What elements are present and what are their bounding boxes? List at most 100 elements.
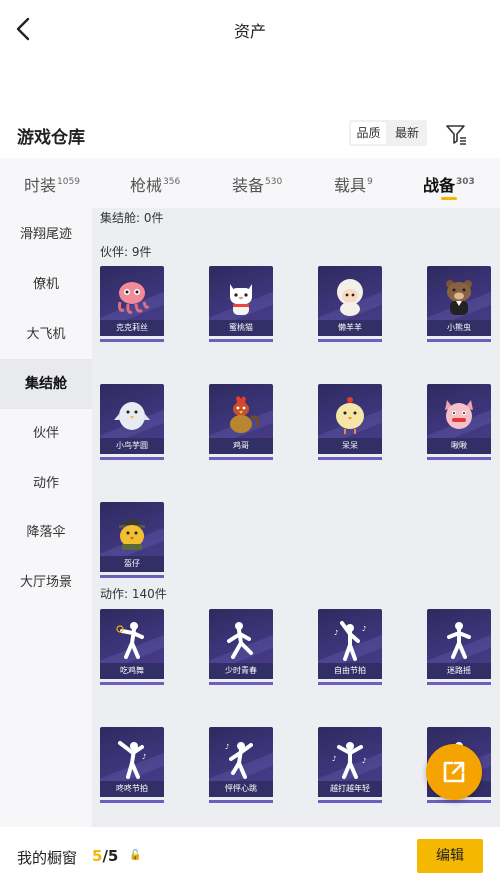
sheep-figure-icon	[337, 279, 363, 316]
card-rarity-bar	[209, 339, 273, 342]
section-title: 游戏仓库	[17, 128, 85, 148]
card-label: 盔仔	[100, 556, 164, 572]
sidebar-item-glide-trail[interactable]: 滑翔尾迹	[0, 210, 92, 260]
item-grid: 集结舱: 0件 伙伴: 9件 克克莉丝 蜜桃猫 懒羊羊 小熊虫 小鸟芋圆 鸡哥 …	[92, 208, 500, 828]
card-rarity-bar	[427, 682, 491, 685]
card-rarity-bar	[427, 339, 491, 342]
group-label-actions: 动作: 140件	[100, 587, 167, 601]
showcase-total: /5	[102, 847, 119, 865]
svg-text:♪: ♪	[142, 753, 146, 761]
card-rarity-bar	[209, 800, 273, 803]
svg-text:♪: ♪	[362, 757, 366, 765]
item-card[interactable]: ♪ 怦怦心跳	[209, 727, 273, 803]
item-card[interactable]: 小熊虫	[427, 266, 491, 342]
group-label-assembly: 集结舱: 0件	[100, 211, 164, 225]
tab-vehicles[interactable]: 载具9	[334, 172, 373, 196]
item-card[interactable]: 小鸟芋圆	[100, 384, 164, 460]
card-rarity-bar	[100, 800, 164, 803]
filter-icon[interactable]	[444, 122, 468, 146]
chick-figure-icon	[336, 397, 364, 434]
dancer-pose-icon: ♪	[225, 742, 253, 779]
card-rarity-bar	[318, 339, 382, 342]
tab-label: 时装	[24, 176, 57, 195]
category-tabs: 时装1059 枪械356 装备530 载具9 战备303	[0, 158, 500, 208]
item-card[interactable]: 呆呆	[318, 384, 382, 460]
item-card[interactable]: ♪ ♪ 自由节拍	[318, 609, 382, 685]
tab-count: 530	[265, 177, 283, 187]
svg-text:♪: ♪	[362, 625, 366, 633]
svg-text:♪: ♪	[334, 629, 338, 637]
card-rarity-bar	[100, 575, 164, 578]
item-card[interactable]: 蜜桃猫	[209, 266, 273, 342]
bear-figure-icon	[446, 280, 472, 315]
tab-count: 356	[163, 177, 181, 187]
card-label: 啾啾	[427, 438, 491, 454]
sort-quality-option[interactable]: 品质	[351, 122, 386, 144]
card-rarity-bar	[209, 682, 273, 685]
sidebar-item-partners[interactable]: 伙伴	[0, 409, 92, 459]
card-rarity-bar	[318, 682, 382, 685]
showcase-count: 5/5	[92, 847, 118, 865]
card-rarity-bar	[427, 457, 491, 460]
bird-figure-icon	[114, 402, 150, 430]
bottom-bar: 我的橱窗 5/5 🔓 编辑	[0, 827, 500, 885]
tab-count: 1059	[57, 177, 80, 187]
tab-equipment[interactable]: 装备530	[232, 172, 282, 196]
dancer-pose-icon: ♪ ♪	[334, 621, 366, 661]
item-card[interactable]: 鸡哥	[209, 384, 273, 460]
card-rarity-bar	[100, 682, 164, 685]
rooster-figure-icon	[230, 396, 259, 433]
card-label: 自由节拍	[318, 663, 382, 679]
card-label: 越打越年轻	[318, 781, 382, 797]
card-label: 咚咚节拍	[100, 781, 164, 797]
tab-label: 枪械	[130, 176, 163, 195]
tab-fashion[interactable]: 时装1059	[24, 172, 80, 196]
sort-newest-option[interactable]: 最新	[388, 120, 426, 146]
card-label: 小鸟芋圆	[100, 438, 164, 454]
sidebar-item-parachute[interactable]: 降落伞	[0, 508, 92, 558]
dancer-pose-icon	[447, 622, 471, 659]
sidebar-item-lobby-scene[interactable]: 大厅场景	[0, 558, 92, 608]
lock-icon[interactable]: 🔓	[129, 850, 141, 861]
edit-button[interactable]: 编辑	[417, 839, 483, 873]
tab-firearms[interactable]: 枪械356	[130, 172, 180, 196]
showcase-current: 5	[92, 847, 103, 865]
card-label: 克克莉丝	[100, 320, 164, 336]
item-card[interactable]: ♪ 咚咚节拍	[100, 727, 164, 803]
item-card[interactable]: 啾啾	[427, 384, 491, 460]
section-header: 游戏仓库 品质 最新	[0, 116, 500, 152]
item-card[interactable]: 迷路摇	[427, 609, 491, 685]
dancer-pose-icon	[227, 622, 253, 659]
dancer-pose-icon	[116, 622, 144, 659]
tab-count: 9	[367, 177, 373, 187]
card-label: 呆呆	[318, 438, 382, 454]
card-label: 怦怦心跳	[209, 781, 273, 797]
item-card[interactable]: 盔仔	[100, 502, 164, 578]
card-rarity-bar	[427, 800, 491, 803]
card-rarity-bar	[100, 339, 164, 342]
item-card[interactable]: 吃鸡舞	[100, 609, 164, 685]
card-label: 少时青春	[209, 663, 273, 679]
tab-label: 装备	[232, 176, 265, 195]
tab-label: 载具	[334, 176, 367, 195]
sidebar-item-airplane[interactable]: 大飞机	[0, 310, 92, 360]
pink-creature-figure-icon	[445, 400, 473, 429]
card-rarity-bar	[318, 800, 382, 803]
sidebar-item-wingman[interactable]: 僚机	[0, 260, 92, 310]
tab-label: 战备	[423, 176, 456, 195]
share-fab-button[interactable]	[426, 744, 482, 800]
item-card[interactable]: 克克莉丝	[100, 266, 164, 342]
item-card[interactable]: 懒羊羊	[318, 266, 382, 342]
dancer-pose-icon: ♪ ♪	[332, 742, 366, 779]
card-rarity-bar	[318, 457, 382, 460]
sidebar-item-assembly[interactable]: 集结舱	[0, 359, 92, 409]
svg-text:♪: ♪	[225, 743, 229, 751]
item-card[interactable]: ♪ ♪ 越打越年轻	[318, 727, 382, 803]
item-card[interactable]: 少时青春	[209, 609, 273, 685]
tab-battle-prep[interactable]: 战备303	[423, 172, 475, 196]
showcase-label: 我的橱窗	[17, 849, 78, 867]
active-tab-indicator	[441, 197, 457, 200]
card-label: 懒羊羊	[318, 320, 382, 336]
card-label: 鸡哥	[209, 438, 273, 454]
sidebar-item-actions[interactable]: 动作	[0, 459, 92, 509]
